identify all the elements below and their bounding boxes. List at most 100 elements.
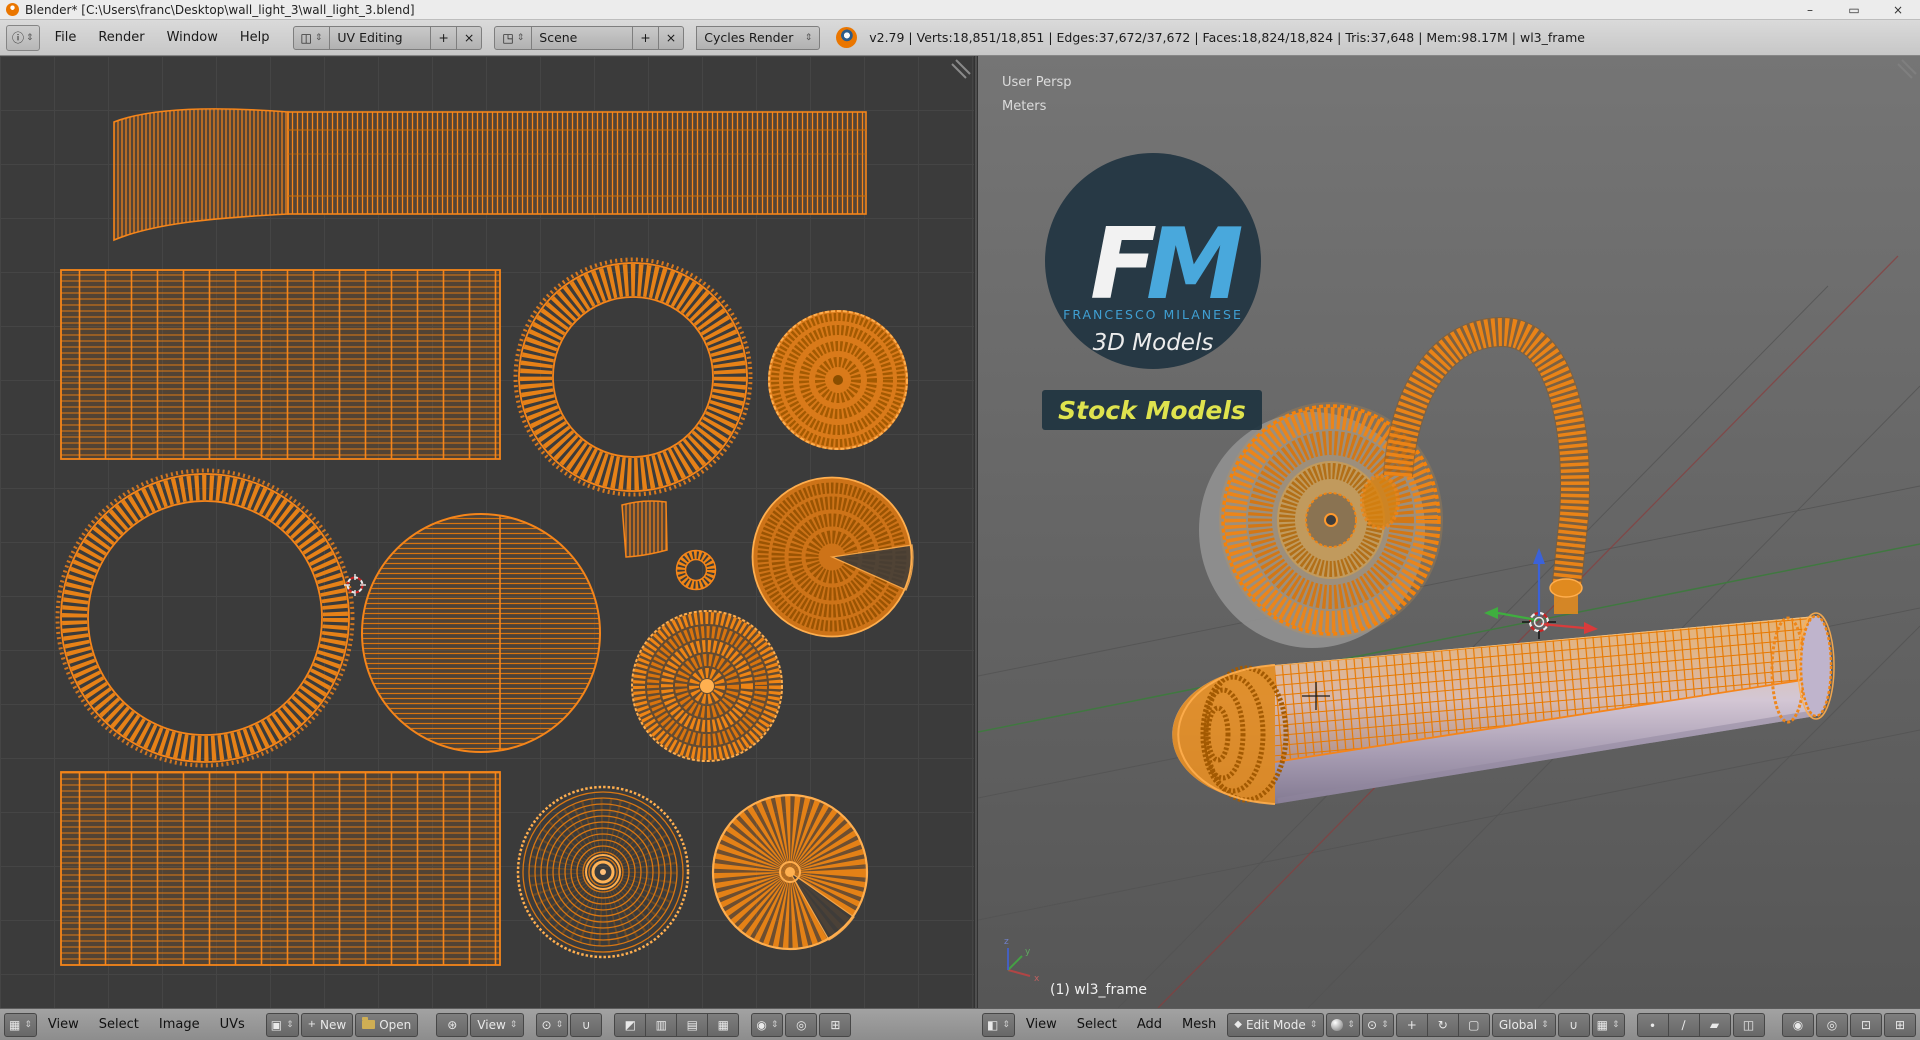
minimize-button[interactable]: – bbox=[1788, 0, 1832, 19]
menu-window[interactable]: Window bbox=[156, 26, 229, 50]
uv-sync-toggle[interactable]: ◩ bbox=[614, 1012, 647, 1037]
uv-image-editor[interactable] bbox=[0, 56, 974, 1008]
screen-layout-add-button[interactable]: + bbox=[431, 25, 457, 50]
render-preview-button[interactable]: ◎ bbox=[1816, 1012, 1848, 1037]
occlusion-toggle[interactable]: ◫ bbox=[1732, 1012, 1765, 1037]
uv-island-disc-striped[interactable] bbox=[361, 513, 601, 753]
translate-manipulator-button[interactable]: + bbox=[1395, 1012, 1428, 1037]
screen-layout-browse-button[interactable]: ◫ ⇕ bbox=[292, 25, 331, 50]
updown-icon: ⇕ bbox=[509, 1019, 518, 1030]
uv-pivot-dropdown[interactable]: ⊙ ⇕ bbox=[536, 1012, 569, 1037]
scene-selector: ◳ ⇕ Scene + × bbox=[494, 25, 685, 50]
scene-name[interactable]: Scene bbox=[532, 25, 634, 50]
snap-element-icon: ▦ bbox=[1596, 1017, 1608, 1032]
logo-tagline: 3D Models bbox=[1093, 330, 1214, 356]
camera-icon: ◎ bbox=[1826, 1017, 1838, 1032]
uv-menu-uvs[interactable]: UVs bbox=[211, 1014, 254, 1036]
uv-edge-select-button[interactable]: ▤ bbox=[677, 1012, 709, 1037]
vertex-select-button[interactable]: ∙ bbox=[1636, 1012, 1669, 1037]
uv-face-icon: ▦ bbox=[717, 1017, 729, 1032]
view3d-menu-select[interactable]: Select bbox=[1068, 1014, 1126, 1036]
updown-icon: ⇕ bbox=[1541, 1019, 1549, 1030]
close-button[interactable]: × bbox=[1876, 0, 1920, 19]
image-browse-button[interactable]: ▣ ⇕ bbox=[265, 1012, 299, 1037]
screen-layout-delete-button[interactable]: × bbox=[456, 25, 483, 50]
uv-proportional-edit-dropdown[interactable]: ◉ ⇕ bbox=[751, 1012, 784, 1037]
manipulator-group: + ↻ ▢ bbox=[1395, 1012, 1490, 1037]
menu-file[interactable]: File bbox=[44, 26, 88, 50]
scene-icon: ◳ bbox=[502, 30, 514, 45]
uv-snap-toggle[interactable]: ∪ bbox=[570, 1012, 603, 1037]
view3d-menu-view[interactable]: View bbox=[1017, 1014, 1066, 1036]
scene-add-button[interactable]: + bbox=[633, 25, 659, 50]
view3d-menu-add[interactable]: Add bbox=[1128, 1014, 1171, 1036]
uv-island-disc-radial[interactable] bbox=[711, 793, 869, 951]
scene-delete-button[interactable]: × bbox=[658, 25, 685, 50]
snap-toggle[interactable]: ∪ bbox=[1557, 1012, 1590, 1037]
view3d-menu-mesh[interactable]: Mesh bbox=[1173, 1014, 1225, 1036]
image-icon: ▣ bbox=[270, 1017, 283, 1032]
uv-edge-icon: ▤ bbox=[686, 1017, 698, 1032]
orientation-dropdown[interactable]: Global ⇕ bbox=[1491, 1012, 1556, 1037]
uv-island-rect-top[interactable] bbox=[60, 269, 501, 460]
image-new-button[interactable]: + New bbox=[300, 1012, 354, 1037]
uv-island-small-band[interactable] bbox=[621, 500, 668, 558]
face-select-button[interactable]: ▰ bbox=[1699, 1012, 1731, 1037]
rotate-manipulator-button[interactable]: ↻ bbox=[1427, 1012, 1459, 1037]
scale-manipulator-button[interactable]: ▢ bbox=[1458, 1012, 1490, 1037]
pivot-icon: ⊙ bbox=[1367, 1017, 1378, 1032]
snap-element-dropdown[interactable]: ▦ ⇕ bbox=[1591, 1012, 1625, 1037]
pivot-point-dropdown[interactable]: ⊙ ⇕ bbox=[1361, 1012, 1394, 1037]
updown-icon: ⇕ bbox=[1381, 1019, 1389, 1030]
uv-menu-image[interactable]: Image bbox=[150, 1014, 209, 1036]
texture-view-button[interactable]: ⊡ bbox=[1850, 1012, 1882, 1037]
plus-icon: + bbox=[307, 1018, 317, 1030]
menu-render[interactable]: Render bbox=[87, 26, 155, 50]
uv-island-disc-topright[interactable] bbox=[768, 310, 908, 450]
screen-layout-name[interactable]: UV Editing bbox=[330, 25, 432, 50]
new-button-label: New bbox=[320, 1017, 347, 1032]
pin-toggle-button[interactable]: ⊛ bbox=[436, 1012, 469, 1037]
info-icon: ⓘ bbox=[12, 30, 25, 45]
info-editor-type-button[interactable]: ⓘ ⇕ bbox=[6, 24, 40, 51]
scene-browse-button[interactable]: ◳ ⇕ bbox=[494, 25, 533, 50]
updown-icon: ⇕ bbox=[1347, 1019, 1355, 1030]
uv-vertex-select-button[interactable]: ▥ bbox=[646, 1012, 678, 1037]
mode-dropdown[interactable]: ◆ Edit Mode ⇕ bbox=[1227, 1012, 1325, 1037]
render-engine-dropdown[interactable]: Cycles Render ⇕ bbox=[696, 25, 821, 50]
titlebar: Blender* [C:\Users\franc\Desktop\wall_li… bbox=[0, 0, 1920, 20]
viewport-canvas[interactable]: F M FRANCESCO MILANESE 3D Models Stock M… bbox=[978, 56, 1920, 1008]
uv-menu-view[interactable]: View bbox=[39, 1014, 88, 1036]
uv-draw-mode-value: View bbox=[477, 1017, 506, 1032]
updown-icon: ⇕ bbox=[314, 32, 323, 43]
edge-select-button[interactable]: ∕ bbox=[1668, 1012, 1700, 1037]
mode-icon: ◆ bbox=[1234, 1018, 1242, 1030]
render-engine-value: Cycles Render bbox=[704, 30, 794, 45]
orientation-value: Global bbox=[1498, 1017, 1538, 1032]
mesh-select-mode-group: ∙ ∕ ▰ bbox=[1636, 1012, 1731, 1037]
uv-face-select-button[interactable]: ▦ bbox=[708, 1012, 740, 1037]
proportional-edit-dropdown[interactable]: ◉ bbox=[1782, 1012, 1814, 1037]
menu-help[interactable]: Help bbox=[229, 26, 281, 50]
uv-island-rect-bottom[interactable] bbox=[60, 771, 501, 966]
maximize-button[interactable]: ▭ bbox=[1832, 0, 1876, 19]
uv-render-preview-button[interactable]: ◎ bbox=[785, 1012, 818, 1037]
uv-island-disc-notched[interactable] bbox=[751, 476, 914, 638]
uv-draw-mode-dropdown[interactable]: View ⇕ bbox=[470, 1012, 525, 1037]
uv-canvas[interactable] bbox=[0, 56, 974, 1008]
uv-island-disc-fan[interactable] bbox=[631, 610, 783, 762]
view3d-editor-type-button[interactable]: ◧ ⇕ bbox=[982, 1012, 1015, 1037]
grid-toggle-button[interactable]: ⊞ bbox=[1884, 1012, 1916, 1037]
uv-menu-select[interactable]: Select bbox=[90, 1014, 148, 1036]
uv-sync-icon: ◩ bbox=[624, 1017, 636, 1032]
uv-grid-toggle-button[interactable]: ⊞ bbox=[819, 1012, 852, 1037]
proportional-icon: ◉ bbox=[1792, 1017, 1804, 1032]
updown-icon: ⇕ bbox=[24, 1019, 32, 1030]
image-open-button[interactable]: Open bbox=[355, 1012, 419, 1037]
badge-label: Stock Models bbox=[1058, 396, 1246, 425]
layout-icon: ◫ bbox=[300, 30, 312, 45]
viewport-3d[interactable]: F M FRANCESCO MILANESE 3D Models Stock M… bbox=[978, 56, 1920, 1008]
vertex-select-icon: ∙ bbox=[1648, 1017, 1657, 1032]
viewport-shading-dropdown[interactable]: ⇕ bbox=[1326, 1012, 1360, 1037]
uv-editor-type-button[interactable]: ▦ ⇕ bbox=[4, 1012, 37, 1037]
